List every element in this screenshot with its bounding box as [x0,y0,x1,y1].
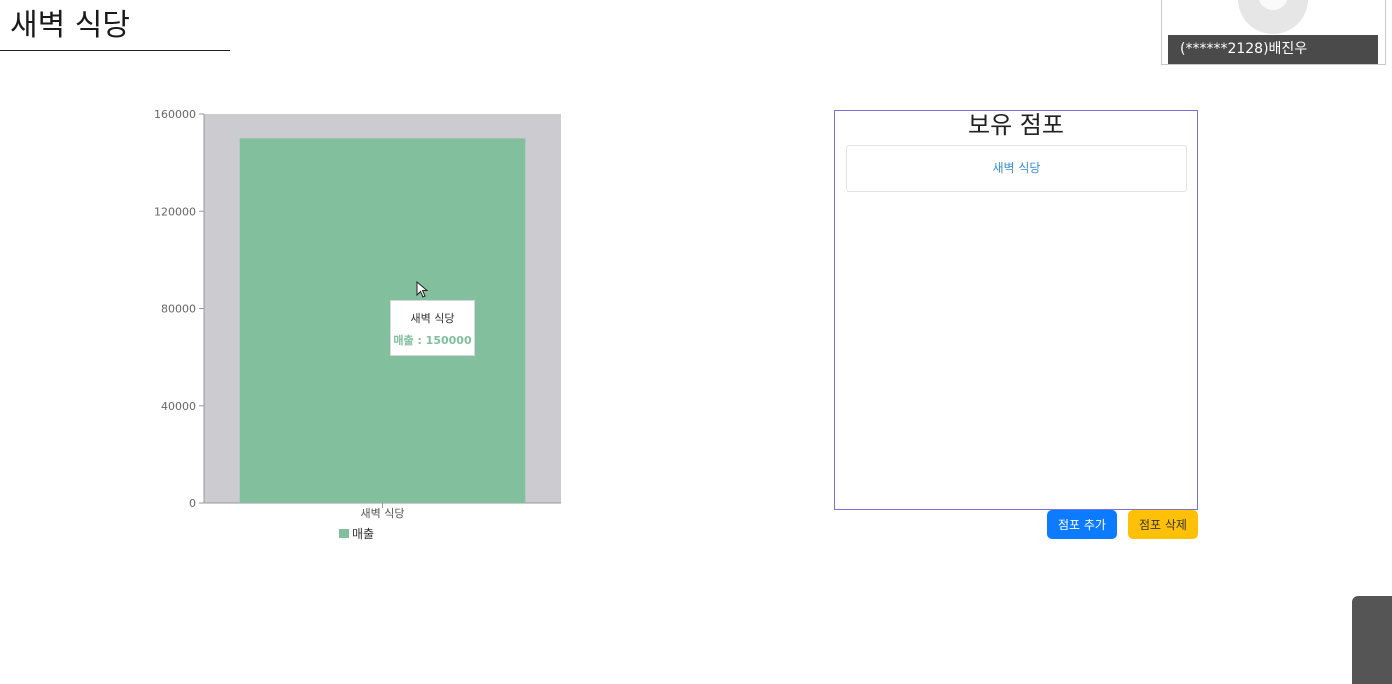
tooltip-value: 매출 : 150000 [393,334,472,347]
scroll-handle[interactable] [1352,596,1392,684]
store-panel-title: 보유 점포 [968,111,1064,139]
tooltip-name: 새벽 식당 [410,312,455,325]
bar [239,138,526,503]
delete-store-button[interactable]: 점포 삭제 [1128,510,1198,539]
store-panel: 보유 점포 새벽 식당 [834,110,1198,510]
y-tick-label: 40000 [161,400,196,413]
legend-label: 매출 [352,527,374,541]
y-tick-label: 120000 [154,205,196,218]
store-list-item[interactable]: 새벽 식당 [846,145,1187,192]
sales-chart: 0 40000 80000 120000 160000 새벽 식당매출 [154,108,561,541]
legend-swatch [339,529,349,538]
mouse-cursor-icon [416,281,429,298]
y-tick-label: 80000 [161,303,196,316]
y-tick-label: 160000 [154,108,196,121]
x-tick-label: 새벽 식당 [361,507,405,520]
y-tick-label: 0 [189,497,196,510]
chart-tooltip: 새벽 식당 매출 : 150000 [390,300,475,356]
participant-name: (******2128)배진우 [1168,35,1378,64]
add-store-button[interactable]: 점포 추가 [1047,510,1117,539]
